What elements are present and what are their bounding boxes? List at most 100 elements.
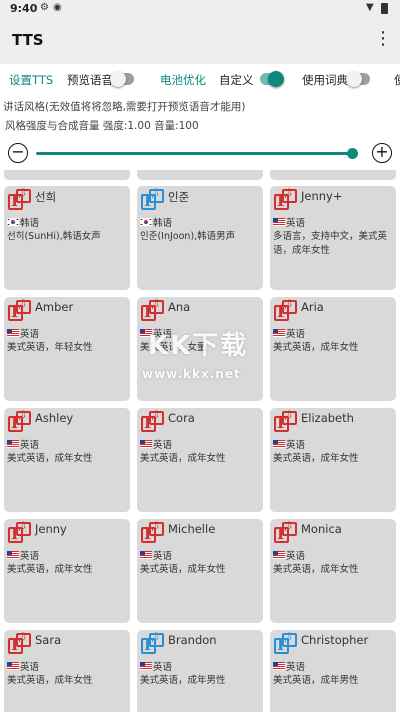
tab-custom[interactable]: 自定义 bbox=[219, 72, 254, 88]
voice-description: 美式英语，女童 bbox=[140, 342, 207, 353]
tts-icon: T ⇩ bbox=[140, 632, 166, 656]
voice-name: Jenny bbox=[35, 522, 67, 536]
battery-icon bbox=[381, 3, 388, 14]
tab-use-dictionary[interactable]: 使用词典 bbox=[302, 72, 348, 88]
minus-button[interactable]: − bbox=[8, 143, 28, 163]
voice-card[interactable]: T ⇩ Cora 英语 美式英语，成年女性 bbox=[137, 408, 263, 512]
toggle-knob bbox=[110, 71, 126, 87]
us-flag-icon bbox=[7, 329, 19, 337]
voice-name: Aria bbox=[301, 300, 324, 314]
tts-icon: T ⇩ bbox=[140, 410, 166, 434]
tts-icon: T ⇩ bbox=[140, 521, 166, 545]
settings-tab-row: 设置TTS 预览语音 电池优化 自定义 使用词典 使 bbox=[0, 64, 400, 94]
voice-card[interactable]: T ⇩ Jenny 英语 美式英语，成年女性 bbox=[4, 519, 130, 623]
voice-card[interactable]: T ⇩ Ana 英语 美式英语，女童 bbox=[137, 297, 263, 401]
voice-card[interactable]: T ⇩ Amber 英语 美式英语，年轻女性 bbox=[4, 297, 130, 401]
tts-icon: T ⇩ bbox=[273, 188, 299, 212]
plus-button[interactable]: + bbox=[372, 143, 392, 163]
voice-description: 美式英语，成年女性 bbox=[7, 675, 93, 686]
slider-thumb[interactable] bbox=[346, 148, 358, 159]
voice-description: 美式英语，成年女性 bbox=[273, 453, 359, 464]
voice-card-partial[interactable] bbox=[4, 170, 130, 180]
tab-battery-optimization[interactable]: 电池优化 bbox=[160, 72, 206, 88]
voice-language: 英语 bbox=[20, 662, 40, 673]
us-flag-icon bbox=[140, 440, 152, 448]
speaking-style-label[interactable]: 讲话风格(无效值将将忽略,需要打开预览语音才能用) bbox=[3, 99, 246, 114]
us-flag-icon bbox=[273, 662, 285, 670]
tab-partial[interactable]: 使 bbox=[394, 72, 400, 88]
tts-icon: T ⇩ bbox=[7, 188, 33, 212]
voice-card[interactable]: T ⇩ 선희 韩语 선히(SunHi),韩语女声 bbox=[4, 186, 130, 290]
tts-icon: T ⇩ bbox=[273, 410, 299, 434]
voice-description: 인준(InJoon),韩语男声 bbox=[140, 231, 236, 242]
voice-card[interactable]: T ⇩ Brandon 英语 美式英语，成年男性 bbox=[137, 630, 263, 712]
status-bar: 9:40 ⚙ ◉ ▼ bbox=[0, 0, 400, 18]
preview-voice-toggle[interactable] bbox=[110, 71, 134, 87]
tab-set-tts[interactable]: 设置TTS bbox=[9, 72, 53, 88]
voice-card[interactable]: T ⇩ Elizabeth 英语美式英语，成年女性 bbox=[270, 408, 396, 512]
us-flag-icon bbox=[273, 551, 285, 559]
voice-name: Cora bbox=[168, 411, 195, 425]
voice-card[interactable]: T ⇩ Ashley 英语 美式英语，成年女性 bbox=[4, 408, 130, 512]
us-flag-icon bbox=[7, 551, 19, 559]
tts-icon: T ⇩ bbox=[140, 299, 166, 323]
tts-icon: T ⇩ bbox=[140, 188, 166, 212]
voice-card[interactable]: T ⇩ Aria 英语美式英语，成年女性 bbox=[270, 297, 396, 401]
voice-language: 英语 bbox=[286, 218, 306, 229]
voice-name: Elizabeth bbox=[301, 411, 354, 425]
voice-language: 英语 bbox=[286, 440, 306, 451]
voice-name: Michelle bbox=[168, 522, 216, 536]
voice-card[interactable]: T ⇩ Jenny+ 英语 多语言，支持中文，美式英语，成年女性 bbox=[270, 186, 396, 290]
custom-toggle[interactable] bbox=[260, 71, 284, 87]
voice-card[interactable]: T ⇩ Christopher 英语 美式英语，成年男性 bbox=[270, 630, 396, 712]
us-flag-icon bbox=[273, 329, 285, 337]
app-title: TTS bbox=[12, 31, 44, 49]
toggle-knob bbox=[268, 71, 284, 87]
more-vert-icon[interactable]: ⋮ bbox=[374, 28, 392, 50]
voice-language: 英语 bbox=[153, 662, 173, 673]
us-flag-icon bbox=[140, 329, 152, 337]
voice-description: 美式英语，成年女性 bbox=[7, 453, 93, 464]
style-strength-volume-label: 风格强度与合成音量 强度:1.00 音量:100 bbox=[5, 120, 199, 132]
voice-language: 韩语 bbox=[20, 218, 40, 229]
voice-language: 英语 bbox=[286, 662, 306, 673]
us-flag-icon bbox=[273, 440, 285, 448]
tab-preview-voice[interactable]: 预览语音 bbox=[67, 72, 113, 88]
voice-name: 선희 bbox=[35, 190, 57, 204]
use-dictionary-toggle[interactable] bbox=[346, 71, 370, 87]
voice-name: Sara bbox=[35, 633, 62, 647]
voice-card[interactable]: T ⇩ Michelle 英语 美式英语，成年女性 bbox=[137, 519, 263, 623]
voice-card[interactable]: T ⇩ Sara 英语 美式英语，成年女性 bbox=[4, 630, 130, 712]
voice-name: Ashley bbox=[35, 411, 74, 425]
voice-card[interactable]: T ⇩ 인준 韩语 인준(InJoon),韩语男声 bbox=[137, 186, 263, 290]
korea-flag-icon bbox=[7, 218, 19, 226]
tts-icon: T ⇩ bbox=[273, 632, 299, 656]
voice-language: 英语 bbox=[286, 551, 306, 562]
voice-description: 美式英语，成年女性 bbox=[273, 342, 359, 353]
voice-description: 美式英语，成年男性 bbox=[140, 675, 226, 686]
voice-card[interactable]: T ⇩ Monica 英语 美式英语，成年女性 bbox=[270, 519, 396, 623]
voice-name: Jenny+ bbox=[301, 189, 343, 203]
tts-icon: T ⇩ bbox=[273, 299, 299, 323]
voice-name: Amber bbox=[35, 300, 74, 314]
voice-description: 선히(SunHi),韩语女声 bbox=[7, 231, 101, 242]
status-time: 9:40 bbox=[10, 2, 38, 15]
voice-card-partial[interactable] bbox=[270, 170, 396, 180]
voice-card-partial[interactable] bbox=[137, 170, 263, 180]
slider-track[interactable] bbox=[36, 152, 358, 155]
voice-description: 美式英语，成年女性 bbox=[7, 564, 93, 575]
app-bar: TTS ⋮ bbox=[0, 18, 400, 64]
voice-description: 美式英语，成年男性 bbox=[273, 675, 359, 686]
voice-name: Monica bbox=[301, 522, 342, 536]
us-flag-icon bbox=[7, 662, 19, 670]
us-flag-icon bbox=[140, 662, 152, 670]
voice-name: 인준 bbox=[168, 190, 190, 204]
tts-icon: T ⇩ bbox=[7, 410, 33, 434]
voice-language: 英语 bbox=[153, 329, 173, 340]
voice-language: 英语 bbox=[153, 551, 173, 562]
voice-description: 美式英语，成年女性 bbox=[140, 453, 226, 464]
voice-language: 英语 bbox=[286, 329, 306, 340]
voice-language: 英语 bbox=[20, 329, 40, 340]
settings-gear-icon: ⚙ bbox=[40, 2, 49, 13]
tts-icon: T ⇩ bbox=[273, 521, 299, 545]
